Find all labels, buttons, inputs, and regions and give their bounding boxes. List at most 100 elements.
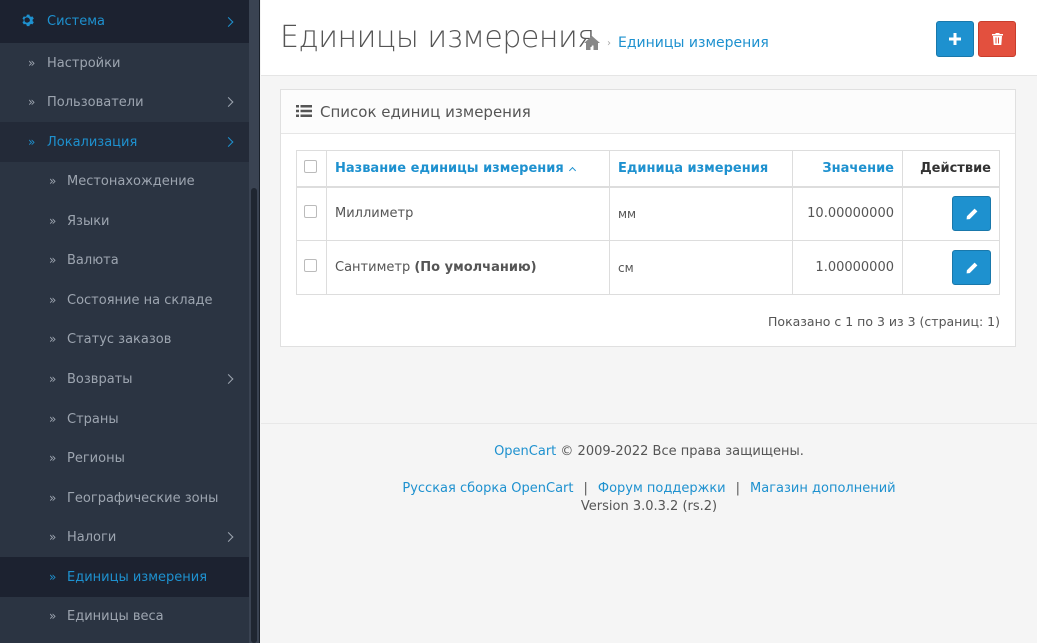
sidebar-item-localization[interactable]: » Локализация [0, 122, 250, 162]
double-arrow-icon: » [49, 412, 57, 426]
sidebar-item-label: Страны [67, 411, 119, 427]
pencil-icon [966, 262, 977, 273]
row-checkbox[interactable] [304, 259, 317, 272]
unit-name-cell: Миллиметр [326, 186, 610, 241]
column-name-header[interactable]: Название единицы измерения [326, 150, 610, 188]
row-checkbox[interactable] [304, 205, 317, 219]
sidebar-item-taxes[interactable]: » Налоги [0, 517, 250, 557]
unit-name: Сантиметр [335, 260, 411, 275]
footer-brand-link[interactable]: OpenCart [494, 444, 556, 459]
sidebar-item-returns[interactable]: » Возвраты [0, 359, 250, 399]
chevron-right-icon [223, 374, 234, 384]
sidebar-item-length-units[interactable]: » Единицы измерения [0, 557, 250, 597]
unit-code-cell: см [609, 240, 793, 295]
unit-value-cell: 10.00000000 [792, 186, 903, 241]
trash-icon [991, 33, 1003, 45]
double-arrow-icon: » [49, 293, 57, 307]
row-action-cell [902, 240, 1000, 295]
sort-asc-icon [568, 166, 576, 174]
chevron-right-icon [223, 532, 234, 542]
double-arrow-icon: » [49, 609, 57, 623]
table-header-row: Название единицы измерения Единица измер… [296, 150, 1000, 188]
edit-button[interactable] [952, 196, 991, 232]
sidebar-item-label: Статус заказов [67, 331, 172, 347]
units-table: Название единицы измерения Единица измер… [296, 150, 1000, 295]
sort-by-value-link[interactable]: Значение [822, 161, 894, 176]
sidebar-item-label: Языки [67, 213, 110, 229]
double-arrow-icon: » [49, 174, 57, 188]
sidebar-item-label: Система [47, 14, 106, 29]
sidebar-item-settings[interactable]: » Настройки [0, 43, 250, 83]
sidebar-item-label: Настройки [47, 55, 121, 71]
sidebar-item-locations[interactable]: » Местонахождение [0, 161, 250, 201]
column-value-header[interactable]: Значение [792, 150, 903, 188]
sidebar-item-countries[interactable]: » Страны [0, 399, 250, 439]
sidebar-item-users[interactable]: » Пользователи [0, 82, 250, 122]
double-arrow-icon: » [28, 56, 36, 70]
list-icon [296, 105, 312, 117]
sidebar-item-label: Возвраты [67, 371, 133, 387]
footer: OpenCart © 2009-2022 Все права защищены.… [261, 423, 1037, 643]
row-select-cell [296, 186, 327, 241]
double-arrow-icon: » [49, 372, 57, 386]
select-all-checkbox[interactable] [304, 159, 317, 173]
delete-button[interactable] [978, 21, 1016, 57]
breadcrumb-link[interactable]: Единицы измерения [618, 35, 769, 51]
sidebar-scroll-thumb[interactable] [251, 188, 257, 643]
sidebar-item-label: Пользователи [47, 94, 144, 110]
sidebar-item-currency[interactable]: » Валюта [0, 240, 250, 280]
pagination-info: Показано с 1 по 3 из 3 (страниц: 1) [768, 314, 1000, 329]
panel-title: Список единиц измерения [320, 103, 531, 121]
sidebar-item-system[interactable]: Система [0, 0, 250, 43]
footer-links: Русская сборка OpenCart | Форум поддержки |… [261, 481, 1037, 496]
select-all-cell [296, 150, 327, 188]
footer-link-support-forum[interactable]: Форум поддержки [598, 481, 726, 496]
sidebar-item-order-status[interactable]: » Статус заказов [0, 319, 250, 359]
chevron-right-icon [223, 16, 234, 27]
unit-name: Миллиметр [335, 206, 414, 222]
sort-by-name-link[interactable]: Название единицы измерения [335, 161, 564, 176]
sidebar-item-label: Локализация [47, 134, 138, 150]
sidebar-item-geo-zones[interactable]: » Географические зоны [0, 478, 250, 518]
sidebar: Система » Настройки » Пользователи » Лок… [0, 0, 260, 643]
column-action-header: Действие [902, 150, 1000, 188]
units-list-panel: Список единиц измерения Название единицы… [280, 89, 1016, 347]
page-title: Единицы измерения [280, 20, 595, 55]
sidebar-item-zones[interactable]: » Регионы [0, 438, 250, 478]
footer-separator: | [583, 481, 588, 496]
breadcrumb-separator: › [607, 38, 611, 49]
sidebar-item-weight-units[interactable]: » Единицы веса [0, 596, 250, 636]
add-button[interactable] [936, 21, 974, 57]
sort-by-unit-link[interactable]: Единица измерения [618, 161, 768, 176]
sidebar-item-stock-status[interactable]: » Состояние на складе [0, 280, 250, 320]
edit-button[interactable] [952, 250, 991, 285]
double-arrow-icon: » [49, 570, 57, 584]
page-header: Единицы измерения › Единицы измерения [261, 0, 1037, 76]
sidebar-item-label: Налоги [67, 529, 117, 545]
sidebar-item-label: Состояние на складе [67, 292, 213, 308]
footer-copyright-line: OpenCart © 2009-2022 Все права защищены. [261, 444, 1037, 459]
home-icon[interactable] [584, 36, 600, 50]
panel-heading: Список единиц измерения [281, 90, 1015, 134]
footer-copyright: © 2009-2022 Все права защищены. [560, 444, 804, 459]
double-arrow-icon: » [28, 135, 36, 149]
sidebar-item-languages[interactable]: » Языки [0, 201, 250, 241]
double-arrow-icon: » [49, 451, 57, 465]
sidebar-scrollbar[interactable] [249, 0, 259, 643]
double-arrow-icon: » [49, 530, 57, 544]
sidebar-item-label: Географические зоны [67, 490, 219, 506]
unit-code-cell: мм [609, 186, 793, 241]
footer-separator: | [735, 481, 741, 496]
table-row: Сантиметр (По умолчанию) см 1.00000000 [296, 240, 1000, 295]
sidebar-item-label: Единицы измерения [67, 569, 208, 585]
footer-version: Version 3.0.3.2 (rs.2) [580, 499, 718, 514]
footer-link-extension-store[interactable]: Магазин дополнений [750, 481, 896, 496]
footer-link-russian-build[interactable]: Русская сборка OpenCart [402, 481, 573, 496]
double-arrow-icon: » [49, 332, 57, 346]
column-unit-header[interactable]: Единица измерения [609, 150, 793, 188]
chevron-right-icon [223, 137, 234, 147]
pencil-icon [965, 208, 977, 220]
unit-name-cell: Сантиметр (По умолчанию) [326, 240, 610, 295]
sidebar-item-label: Валюта [67, 252, 119, 268]
table-row: Миллиметр мм 10.00000000 [296, 186, 1000, 241]
